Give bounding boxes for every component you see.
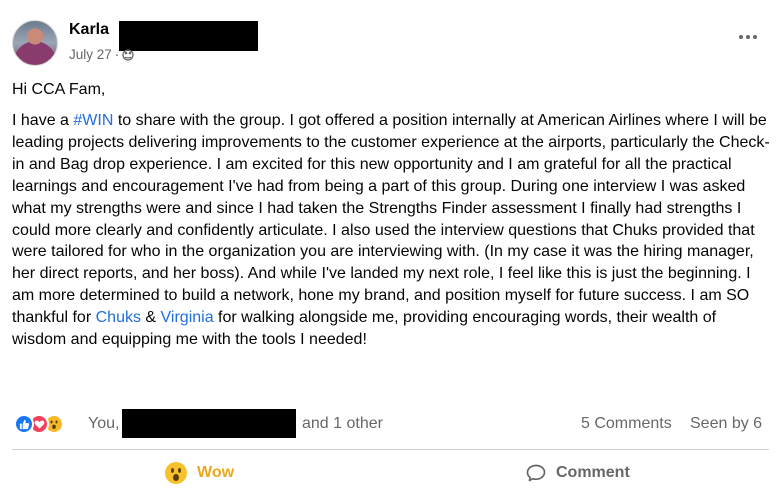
mention-link[interactable]: Virginia [161,309,214,326]
post-body: I have a #WIN to share with the group. I… [12,110,774,351]
post-meta: July 27 · [69,47,134,62]
post-header: Karla July 27 · [12,18,769,66]
post-greeting: Hi CCA Fam, [12,81,106,98]
seen-by-count[interactable]: Seen by 6 [690,415,762,433]
author-name[interactable]: Karla [69,21,109,39]
post-body-text: & [140,309,161,327]
reactor-others[interactable]: and 1 other [302,415,383,433]
redaction-box [119,21,258,51]
comments-count[interactable]: 5 Comments [581,415,672,433]
wow-icon [165,462,187,484]
hashtag-link[interactable]: #WIN [73,112,113,129]
wow-button[interactable]: Wow [165,460,234,486]
mention-link[interactable]: Chuks [96,309,141,326]
post-date[interactable]: July 27 [69,47,112,62]
audience-icon[interactable] [122,48,134,61]
comment-icon [526,464,546,482]
meta-separator: · [114,47,120,62]
facebook-post: Karla July 27 · Hi CCA Fam, I have a #WI… [0,0,781,501]
comment-button-label: Comment [556,464,630,481]
comment-button[interactable]: Comment [526,460,630,486]
action-divider [12,449,769,450]
post-body-text: to share with the group. I got offered a… [12,112,770,327]
more-options-icon[interactable] [737,32,759,42]
redaction-box [122,409,296,438]
post-body-text: I have a [12,112,74,129]
wow-button-label: Wow [197,464,235,481]
like-reaction-icon [14,414,34,434]
author-avatar[interactable] [12,20,58,66]
reaction-icons[interactable] [14,412,64,436]
reactor-you[interactable]: You, [88,415,119,433]
